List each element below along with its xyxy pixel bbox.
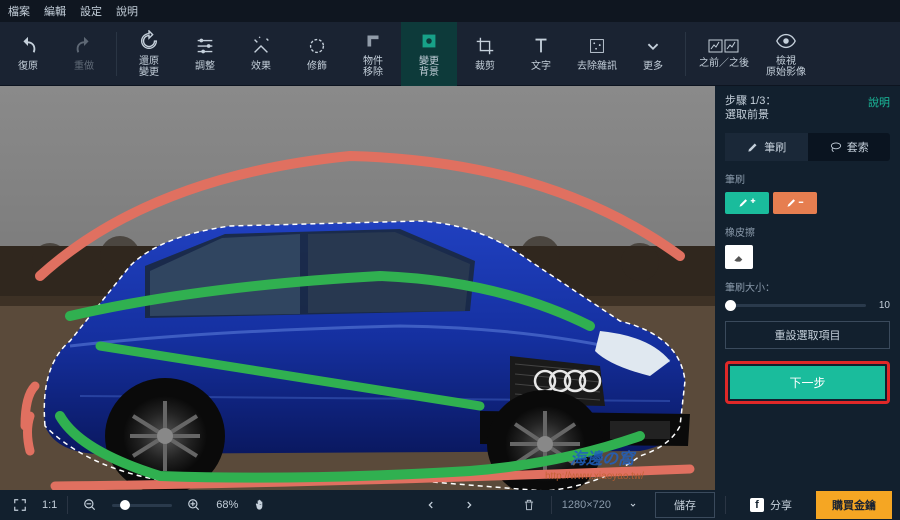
crop-icon: [474, 35, 496, 57]
revert-button[interactable]: 還原 變更: [121, 22, 177, 86]
dimensions-label: 1280×720: [562, 499, 611, 511]
chevron-down-icon: [642, 35, 664, 57]
facebook-icon: f: [750, 498, 764, 512]
canvas-image: 海邊の窩 http://www.xiaoyao.tw/: [0, 86, 715, 490]
before-after-icon: [708, 38, 740, 54]
help-link[interactable]: 說明: [868, 94, 890, 110]
zoom-slider[interactable]: [112, 504, 172, 507]
undo-button[interactable]: 復原: [0, 22, 56, 86]
brush-minus-icon: [786, 196, 804, 210]
zoom-in-button[interactable]: [182, 493, 206, 517]
remove-object-button[interactable]: 物件 移除: [345, 22, 401, 86]
hand-icon: [253, 498, 267, 512]
revert-icon: [138, 30, 160, 52]
next-step-button[interactable]: 下一步: [730, 366, 885, 399]
chevron-down-icon: [629, 501, 637, 509]
buy-key-button[interactable]: 購買金鑰: [816, 491, 892, 519]
chevron-right-icon: [464, 500, 474, 510]
change-bg-icon: [418, 30, 440, 52]
adjust-button[interactable]: 調整: [177, 22, 233, 86]
statusbar: 1:1 68% 1280×720 儲存 f 分享 購買金鑰: [0, 490, 900, 520]
eraser-button[interactable]: [725, 245, 753, 269]
next-step-highlight: 下一步: [725, 361, 890, 404]
brush-plus-icon: [738, 196, 756, 210]
tab-lasso[interactable]: 套索: [808, 133, 891, 161]
tab-brush[interactable]: 筆刷: [725, 133, 808, 161]
trash-icon: [522, 498, 536, 512]
share-button[interactable]: f 分享: [736, 493, 806, 517]
effects-icon: [250, 35, 272, 57]
reset-selection-button[interactable]: 重設選取項目: [725, 321, 890, 349]
dimensions-dropdown[interactable]: [621, 493, 645, 517]
eraser-label: 橡皮擦: [725, 224, 890, 239]
adjust-icon: [194, 35, 216, 57]
delete-button[interactable]: [517, 493, 541, 517]
denoise-icon: [586, 35, 608, 57]
menu-file[interactable]: 檔案: [8, 3, 30, 19]
zoom-in-icon: [187, 498, 201, 512]
brush-size-slider[interactable]: [725, 304, 866, 307]
eraser-icon: [732, 250, 746, 264]
prev-image-button[interactable]: [419, 493, 443, 517]
zoom-out-icon: [83, 498, 97, 512]
chevron-left-icon: [426, 500, 436, 510]
zoom-out-button[interactable]: [78, 493, 102, 517]
brush-subtract-button[interactable]: [773, 192, 817, 214]
retouch-button[interactable]: 修飾: [289, 22, 345, 86]
before-after-button[interactable]: 之前／之後: [690, 22, 758, 86]
step-indicator: 步驟 1/3： 選取前景: [725, 94, 776, 123]
next-image-button[interactable]: [457, 493, 481, 517]
menu-edit[interactable]: 編輯: [44, 3, 66, 19]
brush-size-value: 10: [872, 300, 890, 311]
pan-button[interactable]: [248, 493, 272, 517]
brush-add-button[interactable]: [725, 192, 769, 214]
brush-size-label: 筆刷大小：: [725, 279, 890, 294]
crop-button[interactable]: 裁剪: [457, 22, 513, 86]
selection-tabs: 筆刷 套索: [725, 133, 890, 161]
toolbar: 復原 重做 還原 變更 調整 效果 修飾 物件 移除 變更 背景 裁剪 文字 去…: [0, 22, 900, 86]
text-button[interactable]: 文字: [513, 22, 569, 86]
undo-icon: [17, 35, 39, 57]
eye-icon: [775, 30, 797, 52]
svg-text:海邊の窩: 海邊の窩: [570, 449, 637, 468]
text-icon: [530, 35, 552, 57]
menubar: 檔案 編輯 設定 說明: [0, 0, 900, 22]
zoom-ratio[interactable]: 1:1: [42, 499, 57, 511]
denoise-button[interactable]: 去除雜訊: [569, 22, 625, 86]
sidebar-panel: 步驟 1/3： 選取前景 說明 筆刷 套索 筆刷 橡皮擦: [715, 86, 900, 490]
fullscreen-icon: [13, 498, 27, 512]
menu-help[interactable]: 說明: [116, 3, 138, 19]
brush-icon: [746, 140, 760, 154]
lasso-icon: [829, 140, 843, 154]
effects-button[interactable]: 效果: [233, 22, 289, 86]
retouch-icon: [306, 35, 328, 57]
more-button[interactable]: 更多: [625, 22, 681, 86]
brush-label: 筆刷: [725, 171, 890, 186]
svg-text:http://www.xiaoyao.tw/: http://www.xiaoyao.tw/: [545, 471, 644, 482]
fullscreen-button[interactable]: [8, 493, 32, 517]
redo-button[interactable]: 重做: [56, 22, 112, 86]
canvas-area[interactable]: 海邊の窩 http://www.xiaoyao.tw/: [0, 86, 715, 490]
remove-object-icon: [362, 30, 384, 52]
save-button[interactable]: 儲存: [655, 492, 715, 518]
menu-settings[interactable]: 設定: [80, 3, 102, 19]
zoom-percent: 68%: [216, 499, 238, 511]
change-background-button[interactable]: 變更 背景: [401, 22, 457, 86]
view-original-button[interactable]: 檢視 原始影像: [758, 22, 814, 86]
redo-icon: [73, 35, 95, 57]
